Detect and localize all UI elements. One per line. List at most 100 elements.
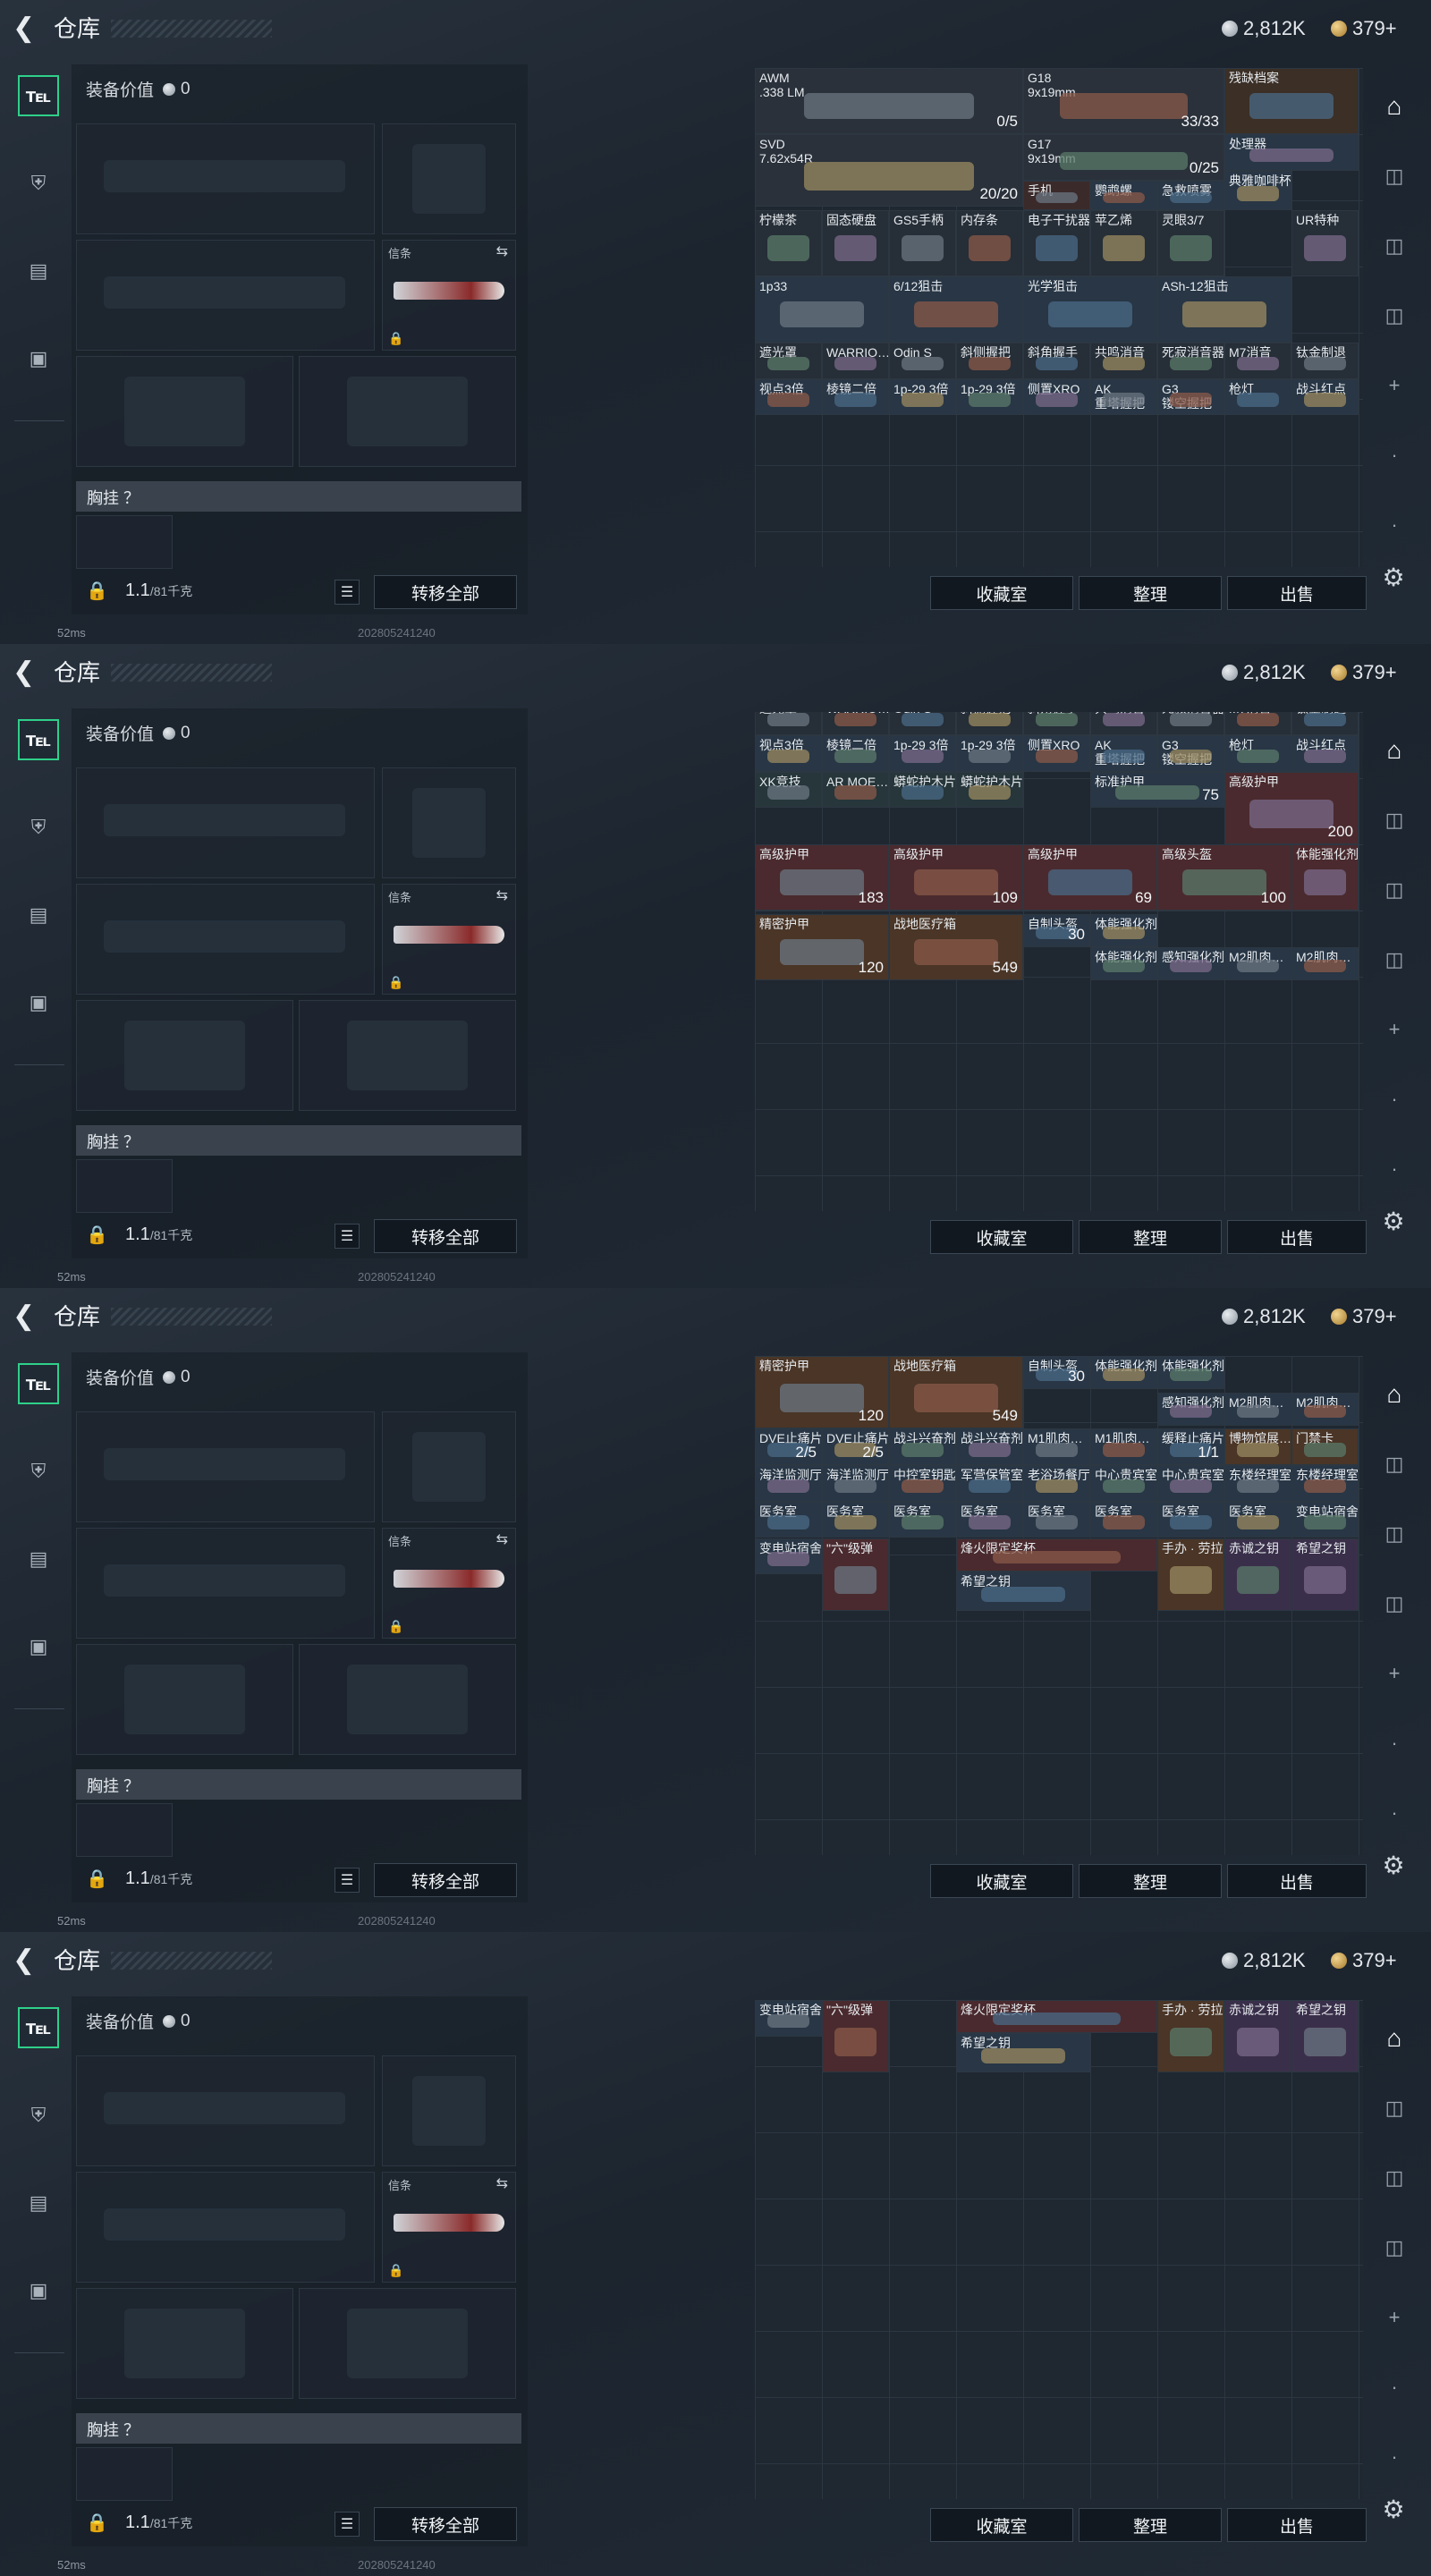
add-container-icon[interactable]: + [1377, 1657, 1411, 1690]
inventory-item[interactable]: M7消音 [1224, 343, 1291, 379]
inventory-item[interactable]: 战斗红点 [1291, 378, 1359, 416]
back-arrow-icon[interactable]: ❮ [13, 657, 38, 689]
sort-button[interactable]: 整理 [1079, 1864, 1222, 1898]
add-container-icon[interactable]: + [1377, 2301, 1411, 2334]
warehouse-icon[interactable]: ⌂ [1377, 2021, 1411, 2055]
inventory-item[interactable]: 枪灯 [1224, 734, 1291, 772]
swap-icon[interactable]: ⇆ [496, 2174, 508, 2192]
inventory-item[interactable]: 棱镜二倍 [822, 378, 889, 416]
inventory-item[interactable]: 1p-29 3倍 [956, 734, 1023, 772]
inventory-item[interactable]: 6/12狙击 [889, 276, 1023, 343]
inventory-item[interactable]: 共鸣消音 [1090, 712, 1157, 735]
chest-rig-slot[interactable] [76, 1803, 173, 1857]
back-arrow-icon[interactable]: ❮ [13, 13, 38, 45]
inventory-item[interactable]: 斜角握手 [1023, 712, 1090, 735]
inventory-item[interactable]: 战斗红点 [1291, 734, 1359, 772]
inventory-item[interactable]: 变电站宿舍 [1291, 1501, 1359, 1538]
inventory-item[interactable]: 高级护甲 109 [889, 844, 1023, 911]
swap-icon[interactable]: ⇆ [496, 886, 508, 904]
collection-room-button[interactable]: 收藏室 [930, 2508, 1073, 2542]
inventory-item[interactable]: ASh-12狙击 [1157, 276, 1291, 343]
add-container-icon[interactable]: + [1377, 1013, 1411, 1046]
inventory-item[interactable]: 感知强化剂 [1157, 946, 1224, 980]
inventory-item[interactable]: 斜角握手 [1023, 343, 1090, 379]
inventory-item[interactable]: G18 9x19mm 33/33 [1023, 68, 1224, 134]
inventory-item[interactable]: 医务室 [889, 1501, 956, 1538]
inventory-item[interactable]: 希望之钥 [1291, 1538, 1359, 1611]
inventory-item[interactable]: 医务室 [1224, 1501, 1291, 1538]
inventory-item[interactable]: M2肌肉… [1291, 1392, 1359, 1426]
inventory-item[interactable]: 高级护甲 200 [1224, 771, 1359, 844]
inventory-item[interactable]: 视点3倍 [755, 734, 822, 772]
warehouse-icon[interactable]: ⌂ [1377, 89, 1411, 123]
inventory-item[interactable]: 遮光罩 [755, 712, 822, 735]
briefcase-icon[interactable]: ▣ [18, 1626, 59, 1667]
weight-lock-icon[interactable]: 🔒 [86, 580, 108, 601]
armor-slot[interactable] [299, 1644, 516, 1755]
list-icon[interactable]: ☰ [334, 1224, 360, 1249]
inventory-item[interactable]: 体能强化剂 [1090, 913, 1157, 947]
inventory-item[interactable]: 医务室 [1023, 1501, 1090, 1538]
pistol-slot[interactable] [382, 123, 516, 234]
inventory-item[interactable]: 蟒蛇护木片 [956, 771, 1023, 809]
inventory-item[interactable]: 内存条 [956, 210, 1023, 277]
transfer-all-button[interactable]: 转移全部 [374, 575, 517, 609]
inventory-item[interactable]: 体能强化剂 [1291, 844, 1359, 911]
inventory-item[interactable]: 赤诚之钥 [1224, 1538, 1291, 1611]
container-icon[interactable]: ◫ [1377, 873, 1411, 907]
briefcase-icon[interactable]: ▣ [18, 2270, 59, 2311]
inventory-item[interactable]: "六"级弹 [822, 2000, 889, 2073]
empty-slot-icon[interactable]: · [1377, 2370, 1411, 2404]
container-icon[interactable]: ◫ [1377, 2091, 1411, 2125]
container-icon[interactable]: ◫ [1377, 299, 1411, 333]
inventory-item[interactable]: 高级护甲 69 [1023, 844, 1157, 911]
collection-room-button[interactable]: 收藏室 [930, 1220, 1073, 1254]
inventory-item[interactable]: 战地医疗箱 549 [889, 913, 1023, 980]
inventory-item[interactable]: 死寂消音器 [1157, 712, 1224, 735]
chest-rig-slot[interactable] [76, 2447, 173, 2501]
melee-slot[interactable]: 信条 ⇆ 🔒 [382, 240, 516, 351]
inventory-item[interactable]: 门禁卡 [1291, 1428, 1359, 1466]
inventory-item[interactable]: UR特种 [1291, 210, 1359, 277]
transfer-all-button[interactable]: 转移全部 [374, 2507, 517, 2541]
collection-room-button[interactable]: 收藏室 [930, 576, 1073, 610]
sort-button[interactable]: 整理 [1079, 576, 1222, 610]
inventory-item[interactable]: 中心贵宾室 [1157, 1465, 1224, 1502]
helmet-slot[interactable] [76, 2288, 293, 2399]
inventory-item[interactable]: 海洋监测厅 [822, 1465, 889, 1502]
inventory-item[interactable]: M2肌肉… [1224, 1392, 1291, 1426]
inventory-item[interactable]: 体能强化剂 [1157, 1356, 1224, 1389]
inventory-item[interactable]: M7消音 [1224, 712, 1291, 735]
inventory-item[interactable]: 战地医疗箱 549 [889, 1356, 1023, 1429]
inventory-item[interactable]: 医务室 [1157, 1501, 1224, 1538]
weight-lock-icon[interactable]: 🔒 [86, 1868, 108, 1889]
inventory-item[interactable]: 自制头盔 30 [1023, 1356, 1090, 1389]
armor-slot[interactable] [299, 356, 516, 467]
inventory-item[interactable]: 精密护甲 120 [755, 913, 889, 980]
inventory-item[interactable]: G3 镂空握把 [1157, 734, 1224, 772]
settings-gear-icon[interactable]: ⚙ [1379, 2496, 1408, 2524]
inventory-item[interactable]: 医务室 [822, 1501, 889, 1538]
sell-button[interactable]: 出售 [1227, 1864, 1367, 1898]
inventory-item[interactable]: 苹乙烯 [1090, 210, 1157, 277]
inventory-item[interactable]: 电子干扰器 [1023, 210, 1090, 277]
inventory-item[interactable]: 侧置XRO [1023, 734, 1090, 772]
inventory-item[interactable]: 棱镜二倍 [822, 734, 889, 772]
melee-slot[interactable]: 信条 ⇆ 🔒 [382, 2172, 516, 2283]
inventory-item[interactable]: 医务室 [1090, 1501, 1157, 1538]
empty-slot-icon[interactable]: · [1377, 2440, 1411, 2474]
inventory-item[interactable]: 典雅咖啡杯 [1224, 170, 1291, 211]
inventory-item[interactable]: 缓释止痛片 1/1 [1157, 1428, 1224, 1466]
warehouse-icon[interactable]: ⌂ [1377, 1377, 1411, 1411]
transfer-all-button[interactable]: 转移全部 [374, 1219, 517, 1253]
inventory-item[interactable]: 斜侧握把 [956, 343, 1023, 379]
helmet-icon[interactable]: ⛨ [18, 2095, 59, 2136]
add-container-icon[interactable]: + [1377, 369, 1411, 402]
empty-slot-icon[interactable]: · [1377, 1796, 1411, 1830]
inventory-item[interactable]: 体能强化剂 [1090, 946, 1157, 980]
inventory-item[interactable]: 中控室钥匙 [889, 1465, 956, 1502]
inventory-item[interactable]: GS5手柄 [889, 210, 956, 277]
helmet-slot[interactable] [76, 1000, 293, 1111]
sort-button[interactable]: 整理 [1079, 1220, 1222, 1254]
inventory-item[interactable]: 手办 · 劳拉 [1157, 2000, 1224, 2073]
